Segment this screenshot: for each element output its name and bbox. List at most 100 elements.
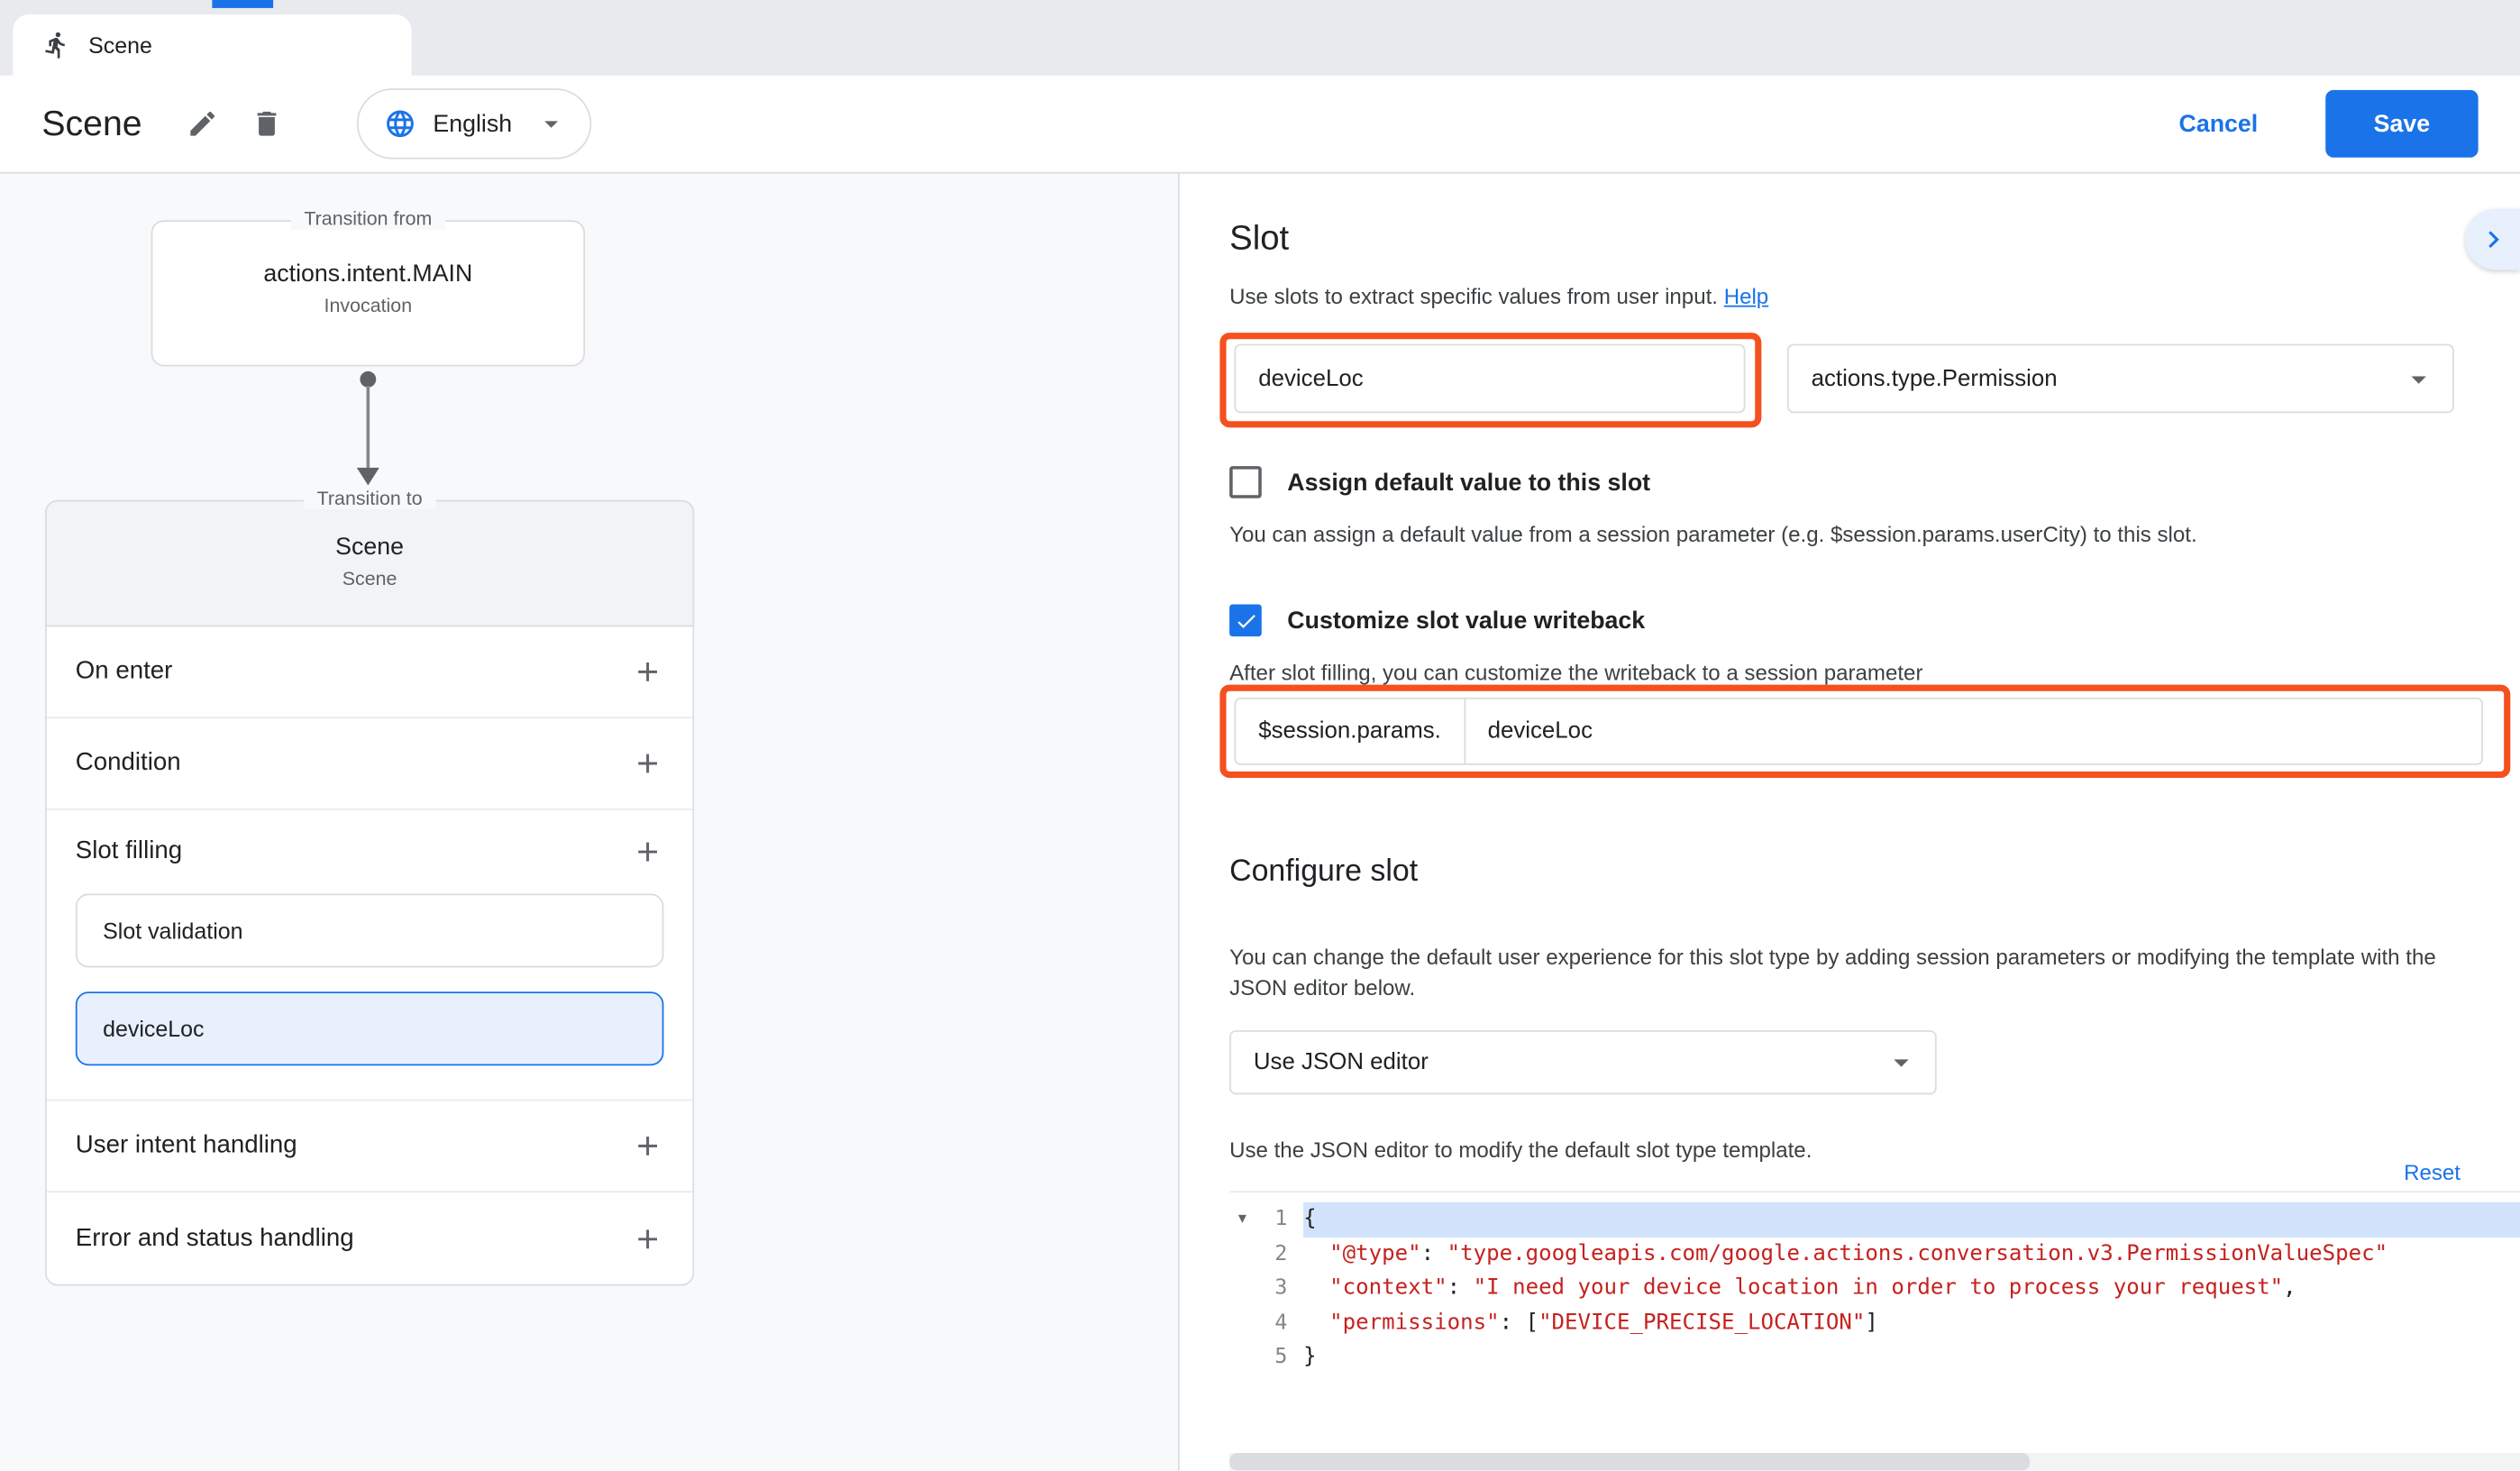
editor-mode-value: Use JSON editor bbox=[1254, 1049, 1429, 1075]
delete-scene-button[interactable] bbox=[242, 98, 293, 150]
slot-heading: Slot bbox=[1229, 219, 1289, 260]
transition-from-subtitle: Invocation bbox=[152, 294, 583, 316]
section-slot-filling: Slot filling Slot validation deviceLoc bbox=[47, 810, 693, 1101]
top-accent-bar bbox=[212, 0, 273, 8]
writeback-checkbox[interactable] bbox=[1229, 604, 1262, 636]
editor-mode-select[interactable]: Use JSON editor bbox=[1229, 1030, 1937, 1094]
line-number: 1 bbox=[1255, 1202, 1303, 1237]
language-selector[interactable]: English bbox=[358, 88, 591, 159]
add-error-handling-button[interactable] bbox=[632, 1222, 664, 1255]
section-condition: Condition bbox=[47, 718, 693, 810]
help-link[interactable]: Help bbox=[1724, 285, 1769, 309]
add-condition-button[interactable] bbox=[632, 747, 664, 780]
code-text: "@type": "type.googleapis.com/google.act… bbox=[1303, 1237, 2520, 1271]
fold-gutter bbox=[1229, 1237, 1255, 1271]
deviceloc-slot-item[interactable]: deviceLoc bbox=[76, 991, 664, 1065]
code-text: { bbox=[1303, 1202, 2520, 1237]
assign-default-row: Assign default value to this slot bbox=[1229, 466, 1650, 498]
condition-label: Condition bbox=[76, 749, 181, 778]
page-title: Scene bbox=[41, 103, 142, 144]
fold-gutter bbox=[1229, 1306, 1255, 1340]
line-number: 4 bbox=[1255, 1306, 1303, 1340]
pencil-icon bbox=[187, 107, 220, 140]
chevron-down-icon bbox=[1884, 1045, 1919, 1080]
writeback-helper: After slot filling, you can customize th… bbox=[1229, 657, 1922, 688]
writeback-label: Customize slot value writeback bbox=[1287, 607, 1645, 634]
editor-horizontal-scrollbar[interactable] bbox=[1229, 1453, 2520, 1471]
code-text: "permissions": ["DEVICE_PRECISE_LOCATION… bbox=[1303, 1306, 2520, 1340]
writeback-input-group: $session.params. bbox=[1234, 698, 2483, 765]
configure-slot-heading: Configure slot bbox=[1229, 855, 1418, 891]
writeback-row: Customize slot value writeback bbox=[1229, 604, 1645, 636]
panel-collapse-button[interactable] bbox=[2465, 209, 2520, 270]
assign-default-helper: You can assign a default value from a se… bbox=[1229, 519, 2197, 550]
code-line: 3 "context": "I need your device locatio… bbox=[1229, 1271, 2520, 1305]
globe-icon bbox=[385, 107, 417, 140]
language-label: English bbox=[433, 110, 512, 137]
main-area: Transition from actions.intent.MAIN Invo… bbox=[0, 174, 2520, 1471]
slot-type-select[interactable]: actions.type.Permission bbox=[1787, 344, 2454, 414]
transition-to-legend: Transition to bbox=[304, 487, 434, 509]
add-slot-button[interactable] bbox=[632, 836, 664, 868]
code-line: 2 "@type": "type.googleapis.com/google.a… bbox=[1229, 1237, 2520, 1271]
chevron-down-icon bbox=[534, 107, 567, 140]
cancel-button[interactable]: Cancel bbox=[2169, 108, 2268, 139]
add-on-enter-button[interactable] bbox=[632, 656, 664, 689]
slot-validation-item[interactable]: Slot validation bbox=[76, 893, 664, 967]
line-number: 3 bbox=[1255, 1271, 1303, 1305]
trash-icon bbox=[251, 107, 284, 140]
slot-filling-label: Slot filling bbox=[76, 837, 182, 866]
code-line: 4 "permissions": ["DEVICE_PRECISE_LOCATI… bbox=[1229, 1306, 2520, 1340]
json-editor[interactable]: ▾1{2 "@type": "type.googleapis.com/googl… bbox=[1229, 1191, 2520, 1470]
error-handling-label: Error and status handling bbox=[76, 1224, 354, 1253]
transition-from-title: actions.intent.MAIN bbox=[152, 260, 583, 288]
plus-icon bbox=[632, 836, 664, 868]
writeback-prefix: $session.params. bbox=[1236, 699, 1465, 763]
code-text: } bbox=[1303, 1340, 2520, 1375]
add-user-intent-button[interactable] bbox=[632, 1130, 664, 1163]
flow-panel: Transition from actions.intent.MAIN Invo… bbox=[0, 174, 1180, 1471]
fold-arrow-icon[interactable]: ▾ bbox=[1229, 1202, 1255, 1237]
transition-from-node[interactable]: Transition from actions.intent.MAIN Invo… bbox=[151, 220, 585, 366]
transition-from-legend: Transition from bbox=[291, 207, 444, 230]
scene-tab-label: Scene bbox=[88, 32, 152, 59]
edit-scene-button[interactable] bbox=[178, 98, 229, 150]
json-editor-lines: ▾1{2 "@type": "type.googleapis.com/googl… bbox=[1229, 1202, 2520, 1375]
scene-tab[interactable]: Scene bbox=[13, 14, 411, 76]
transition-to-node[interactable]: Transition to Scene Scene bbox=[45, 500, 694, 627]
tab-bar: Scene bbox=[0, 0, 2520, 76]
header: Scene English Cancel Save bbox=[0, 76, 2520, 174]
scene-section-list: On enter Condition Slot filling bbox=[45, 626, 694, 1285]
chevron-right-icon bbox=[2477, 222, 2510, 257]
slot-description: Use slots to extract specific values fro… bbox=[1229, 281, 1768, 312]
slot-description-text: Use slots to extract specific values fro… bbox=[1229, 285, 1718, 309]
writeback-value-input[interactable] bbox=[1465, 699, 2482, 763]
section-error-handling: Error and status handling bbox=[47, 1192, 693, 1284]
slot-filling-header: Slot filling bbox=[47, 810, 693, 894]
save-button[interactable]: Save bbox=[2325, 90, 2478, 158]
fold-gutter bbox=[1229, 1340, 1255, 1375]
section-user-intent: User intent handling bbox=[47, 1101, 693, 1192]
fold-gutter bbox=[1229, 1271, 1255, 1305]
on-enter-label: On enter bbox=[76, 657, 173, 686]
assign-default-checkbox[interactable] bbox=[1229, 466, 1262, 498]
transition-to-subtitle: Scene bbox=[47, 567, 693, 589]
slot-type-value: actions.type.Permission bbox=[1812, 366, 2058, 392]
section-on-enter: On enter bbox=[47, 626, 693, 718]
plus-icon bbox=[632, 656, 664, 689]
slot-detail-panel: Slot Use slots to extract specific value… bbox=[1180, 174, 2520, 1471]
editor-hint: Use the JSON editor to modify the defaul… bbox=[1229, 1135, 1812, 1165]
line-number: 2 bbox=[1255, 1237, 1303, 1271]
plus-icon bbox=[632, 1130, 664, 1163]
user-intent-label: User intent handling bbox=[76, 1131, 297, 1160]
chevron-down-icon bbox=[2401, 361, 2436, 396]
check-icon bbox=[1234, 608, 1258, 633]
plus-icon bbox=[632, 747, 664, 780]
reset-link[interactable]: Reset bbox=[2394, 1159, 2470, 1186]
slot-name-input[interactable] bbox=[1234, 344, 1745, 414]
editor-scrollbar-thumb[interactable] bbox=[1229, 1453, 2030, 1471]
configure-slot-description: You can change the default user experien… bbox=[1229, 942, 2467, 1003]
scene-card: Transition to Scene Scene On enter Condi… bbox=[45, 500, 694, 1286]
plus-icon bbox=[632, 1222, 664, 1255]
assign-default-label: Assign default value to this slot bbox=[1287, 469, 1650, 496]
